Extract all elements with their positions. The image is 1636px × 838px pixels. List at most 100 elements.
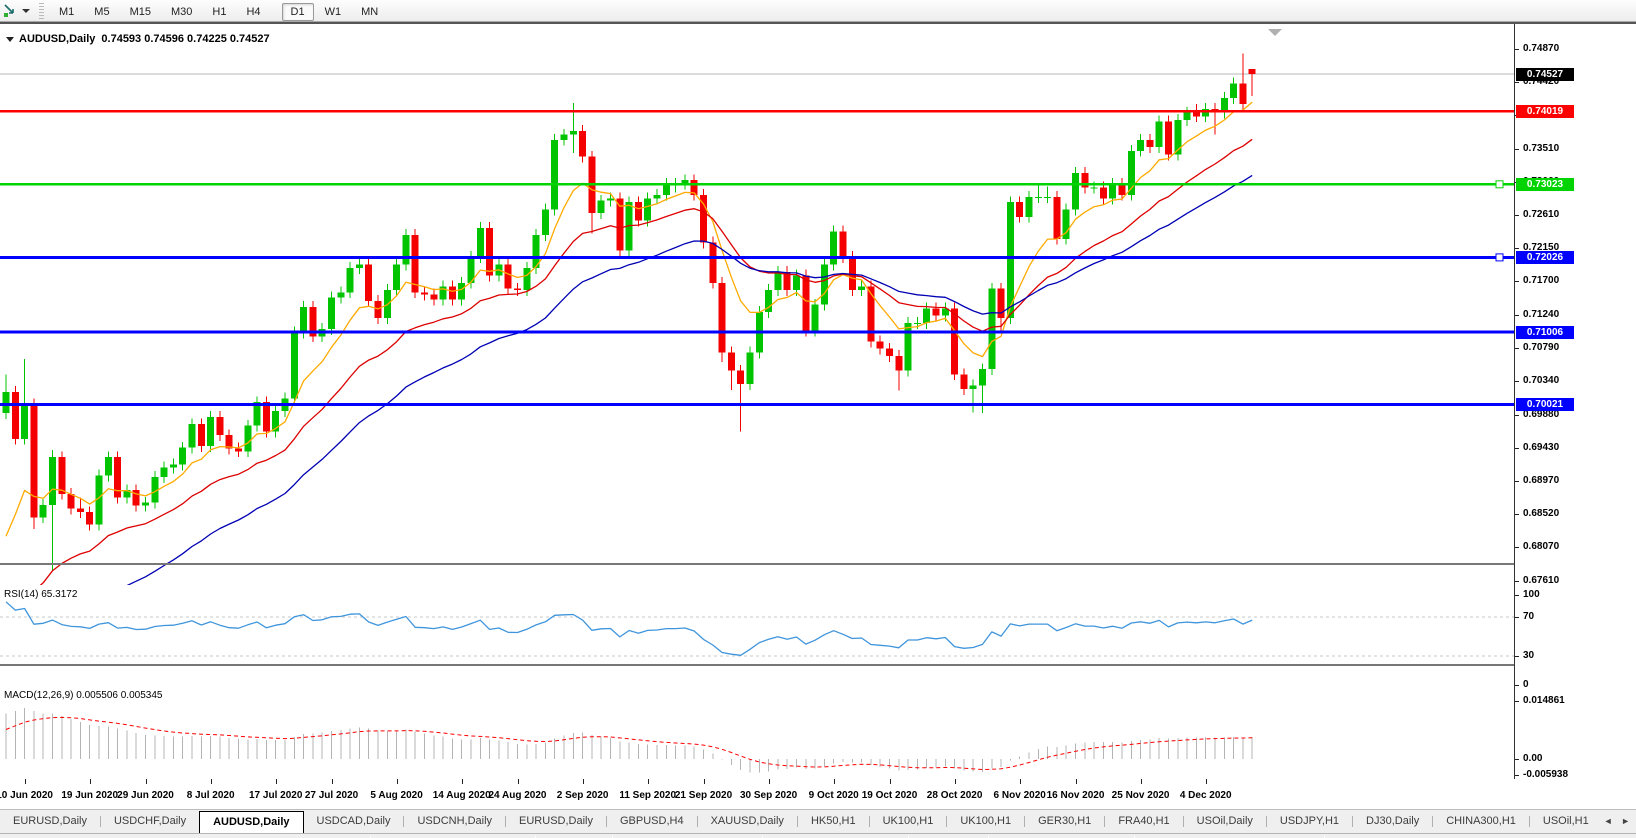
date-label: 5 Aug 2020 bbox=[370, 790, 422, 801]
date-tick-mark bbox=[462, 779, 463, 784]
price-tick-label: 0.74870 bbox=[1523, 43, 1559, 54]
price-tick-mark bbox=[1515, 149, 1519, 150]
timeframe-button-m30[interactable]: M30 bbox=[162, 3, 201, 21]
rsi-tick-label: 100 bbox=[1523, 589, 1540, 600]
candle-bear bbox=[1239, 83, 1246, 104]
symbol-tab-usdjpy-h1[interactable]: USDJPY,H1 bbox=[1267, 810, 1352, 833]
rsi-panel[interactable]: RSI(14) 65.3172 bbox=[0, 587, 1514, 686]
price-tick-label: 0.68520 bbox=[1523, 508, 1559, 519]
date-tick-mark bbox=[583, 779, 584, 784]
symbol-tab-hk50-h1[interactable]: HK50,H1 bbox=[798, 810, 869, 833]
candle-bull bbox=[858, 286, 865, 290]
candle-bull bbox=[523, 268, 530, 290]
candle-bull bbox=[988, 289, 995, 370]
timeframe-button-m15[interactable]: M15 bbox=[121, 3, 160, 21]
candle-bull bbox=[774, 272, 781, 290]
symbol-tab-usoil-h1[interactable]: USOil,H1 bbox=[1530, 810, 1602, 833]
symbol-tab-dj30-daily[interactable]: DJ30,Daily bbox=[1353, 810, 1432, 833]
symbol-tab-usdcnh-daily[interactable]: USDCNH,Daily bbox=[404, 810, 505, 833]
price-tick-mark bbox=[1515, 248, 1519, 249]
date-tick-mark bbox=[1076, 779, 1077, 784]
symbol-tab-gbpusd-h4[interactable]: GBPUSD,H4 bbox=[607, 810, 697, 833]
date-label: 24 Aug 2020 bbox=[489, 790, 547, 801]
candle-bull bbox=[747, 352, 754, 384]
symbol-tab-fra40-h1[interactable]: FRA40,H1 bbox=[1105, 810, 1182, 833]
macd-panel[interactable]: MACD(12,26,9) 0.005506 0.005345 bbox=[0, 688, 1514, 779]
candle-bear bbox=[886, 349, 893, 356]
symbol-tab-usoil-daily[interactable]: USOil,Daily bbox=[1184, 810, 1266, 833]
symbol-tab-china300-h1[interactable]: CHINA300,H1 bbox=[1433, 810, 1529, 833]
date-label: 28 Oct 2020 bbox=[927, 790, 983, 801]
date-label: 10 Jun 2020 bbox=[0, 790, 53, 801]
panel-separator[interactable] bbox=[0, 664, 1636, 666]
candle-bear bbox=[1100, 187, 1107, 198]
candle-bull bbox=[40, 505, 47, 517]
date-label: 17 Jul 2020 bbox=[249, 790, 302, 801]
rsi-tick-mark bbox=[1515, 595, 1519, 596]
symbol-tab-uk100-h1[interactable]: UK100,H1 bbox=[947, 810, 1024, 833]
candle-bull bbox=[1230, 83, 1237, 98]
candle-bull bbox=[644, 198, 651, 220]
panel-separator[interactable] bbox=[0, 563, 1636, 565]
timeframe-button-mn[interactable]: MN bbox=[352, 3, 387, 21]
timeframe-toolbar: M1M5M15M30H1H4 D1W1MN bbox=[0, 0, 1636, 22]
candle-bull bbox=[356, 264, 363, 268]
candle-bear bbox=[77, 509, 84, 513]
collapse-triangle-icon[interactable] bbox=[6, 37, 14, 42]
candle-bull bbox=[105, 457, 112, 475]
candle-bull bbox=[979, 369, 986, 385]
symbol-tab-ger30-h1[interactable]: GER30,H1 bbox=[1025, 810, 1104, 833]
macd-tick-mark bbox=[1515, 775, 1519, 776]
candle-bear bbox=[579, 131, 586, 157]
symbol-tab-uk100-h1[interactable]: UK100,H1 bbox=[870, 810, 947, 833]
rsi-tick-mark bbox=[1515, 656, 1519, 657]
symbol-tab-eurusd-daily[interactable]: EURUSD,Daily bbox=[506, 810, 606, 833]
status-bar bbox=[0, 833, 1636, 838]
rsi-tick-label: 30 bbox=[1523, 650, 1534, 661]
date-label: 16 Nov 2020 bbox=[1047, 790, 1105, 801]
main-chart[interactable]: AUDUSD,Daily 0.74593 0.74596 0.74225 0.7… bbox=[0, 28, 1514, 585]
candle-bear bbox=[635, 202, 642, 220]
timeframe-button-d1[interactable]: D1 bbox=[282, 3, 314, 21]
price-level-badge: 0.73023 bbox=[1516, 178, 1574, 191]
timeframe-button-m1[interactable]: M1 bbox=[50, 3, 83, 21]
candle-bear bbox=[421, 292, 428, 294]
candle-bear bbox=[728, 352, 735, 370]
candle-bull bbox=[793, 275, 800, 290]
autoscroll-marker-icon[interactable] bbox=[1268, 29, 1282, 36]
chevron-down-icon[interactable] bbox=[22, 9, 30, 13]
symbol-tab-usdchf-daily[interactable]: USDCHF,Daily bbox=[101, 810, 199, 833]
timeframe-button-h4[interactable]: H4 bbox=[237, 3, 269, 21]
symbol-tab-bar: EURUSD,DailyUSDCHF,DailyAUDUSD,DailyUSDC… bbox=[0, 809, 1636, 833]
timeframe-button-h1[interactable]: H1 bbox=[203, 3, 235, 21]
candle-bull bbox=[561, 135, 568, 140]
symbol-tab-xauusd-daily[interactable]: XAUUSD,Daily bbox=[698, 810, 797, 833]
toolbar-grip[interactable] bbox=[39, 3, 44, 19]
pointer-tool-icon[interactable] bbox=[2, 3, 20, 19]
price-tick-label: 0.69430 bbox=[1523, 442, 1559, 453]
candle-bull bbox=[300, 307, 307, 333]
symbol-tab-eurusd-daily[interactable]: EURUSD,Daily bbox=[0, 810, 100, 833]
date-tick-mark bbox=[955, 779, 956, 784]
rsi-tick-mark bbox=[1515, 685, 1519, 686]
date-label: 14 Aug 2020 bbox=[433, 790, 491, 801]
candle-bull bbox=[337, 292, 344, 297]
timeframe-button-m5[interactable]: M5 bbox=[85, 3, 118, 21]
candle-bear bbox=[430, 294, 437, 299]
candle-bear bbox=[709, 242, 716, 282]
macd-tick-label: 0.00 bbox=[1523, 753, 1542, 764]
symbol-tab-usdcad-daily[interactable]: USDCAD,Daily bbox=[304, 810, 404, 833]
timeframe-button-w1[interactable]: W1 bbox=[316, 3, 351, 21]
date-label: 11 Sep 2020 bbox=[619, 790, 676, 801]
symbol-tab-audusd-daily[interactable]: AUDUSD,Daily bbox=[199, 811, 303, 833]
candle-bear bbox=[58, 457, 65, 494]
tab-scroll-arrows[interactable]: ◄ ► bbox=[1600, 816, 1633, 826]
price-axis[interactable]: 0.748700.744200.739700.735100.730600.726… bbox=[1514, 24, 1636, 779]
price-tick-mark bbox=[1515, 448, 1519, 449]
date-axis[interactable]: 10 Jun 202019 Jun 202029 Jun 20208 Jul 2… bbox=[0, 779, 1636, 809]
candle-bull bbox=[328, 297, 335, 329]
date-tick-mark bbox=[211, 779, 212, 784]
candle-bear bbox=[1193, 113, 1200, 117]
candle-bull bbox=[1072, 173, 1079, 210]
candle-bull bbox=[1026, 197, 1033, 217]
